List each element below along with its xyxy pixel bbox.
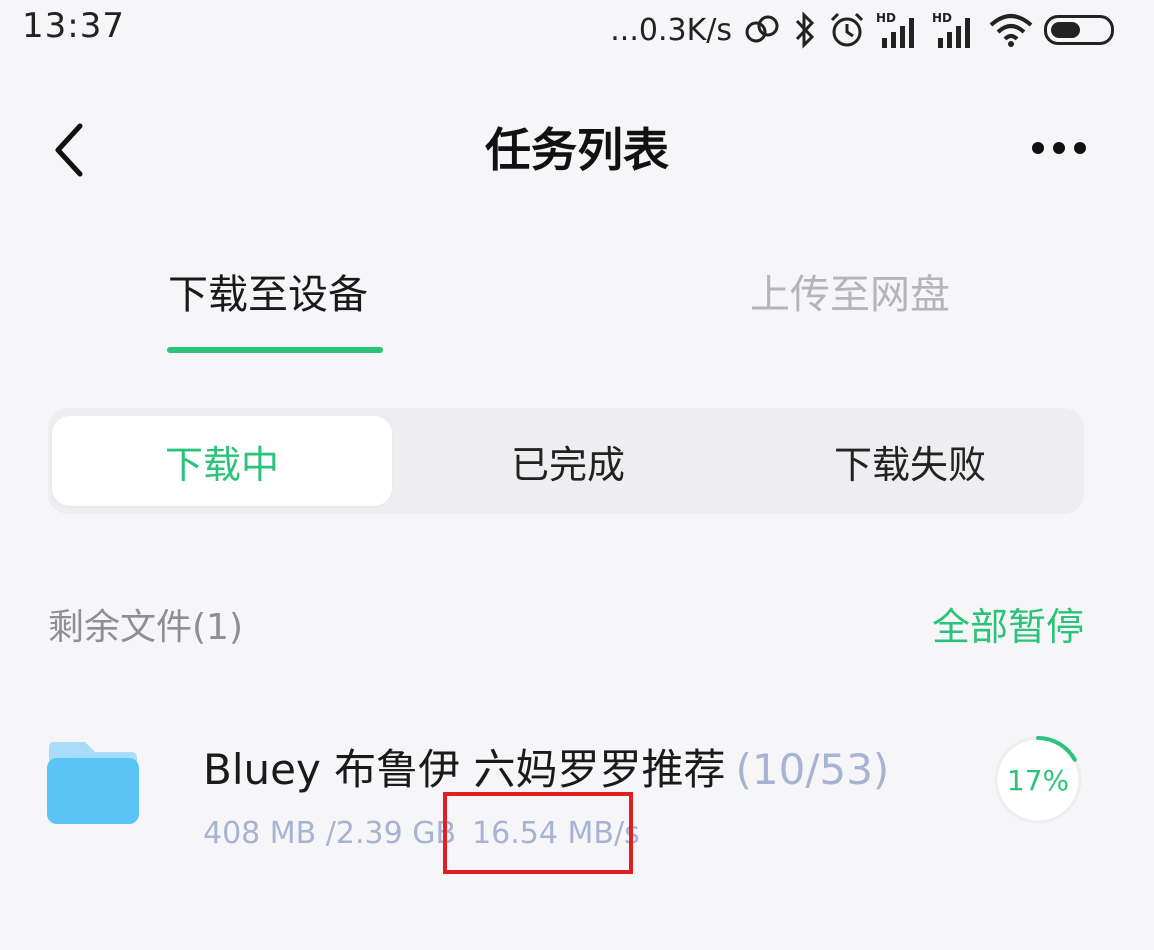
signal-hd-icon: HD xyxy=(932,10,978,50)
svg-text:HD: HD xyxy=(876,11,896,25)
battery-icon xyxy=(1044,15,1114,45)
task-name: Bluey 布鲁伊 六妈罗罗推荐 xyxy=(203,745,726,794)
task-progress-size: 408 MB /2.39 GB xyxy=(203,816,457,851)
active-tab-indicator xyxy=(167,347,383,353)
tab-download-to-device[interactable]: 下载至设备 xyxy=(168,262,368,320)
network-speed: ...0.3K/s xyxy=(610,12,732,48)
status-time: 13:37 xyxy=(22,6,125,46)
more-button[interactable] xyxy=(1024,128,1094,168)
segment-failed[interactable]: 下载失败 xyxy=(740,408,1080,514)
wifi-icon xyxy=(988,11,1034,49)
alarm-icon xyxy=(828,11,866,49)
signal-hd-icon: HD xyxy=(876,10,922,50)
svg-text:HD: HD xyxy=(932,11,952,25)
folder-icon xyxy=(47,742,139,824)
task-row[interactable]: Bluey 布鲁伊 六妈罗罗推荐 (10/53) 408 MB /2.39 GB 1… xyxy=(0,700,1154,880)
task-file-count: (10/53) xyxy=(735,745,890,794)
remaining-files-label: 剩余文件(1) xyxy=(48,607,243,648)
tab-upload-to-cloud[interactable]: 上传至网盘 xyxy=(750,262,950,320)
link-icon xyxy=(742,12,782,48)
segment-completed[interactable]: 已完成 xyxy=(398,408,738,514)
status-bar: 13:37 ...0.3K/s HD HD xyxy=(0,0,1154,60)
segment-downloading[interactable]: 下载中 xyxy=(52,416,392,506)
bluetooth-icon xyxy=(792,11,818,49)
download-status-segment: 下载中 已完成 下载失败 xyxy=(48,408,1084,514)
task-title: Bluey 布鲁伊 六妈罗罗推荐 (10/53) xyxy=(203,736,889,797)
more-horizontal-icon xyxy=(1032,142,1086,154)
battery-fill xyxy=(1051,22,1080,38)
status-icons: ...0.3K/s HD HD xyxy=(610,8,1114,52)
page-title: 任务列表 xyxy=(485,123,669,177)
pause-all-button[interactable]: 全部暂停 xyxy=(932,596,1084,651)
progress-percent: 17% xyxy=(1006,763,1070,797)
speed-highlight-box xyxy=(443,792,633,874)
